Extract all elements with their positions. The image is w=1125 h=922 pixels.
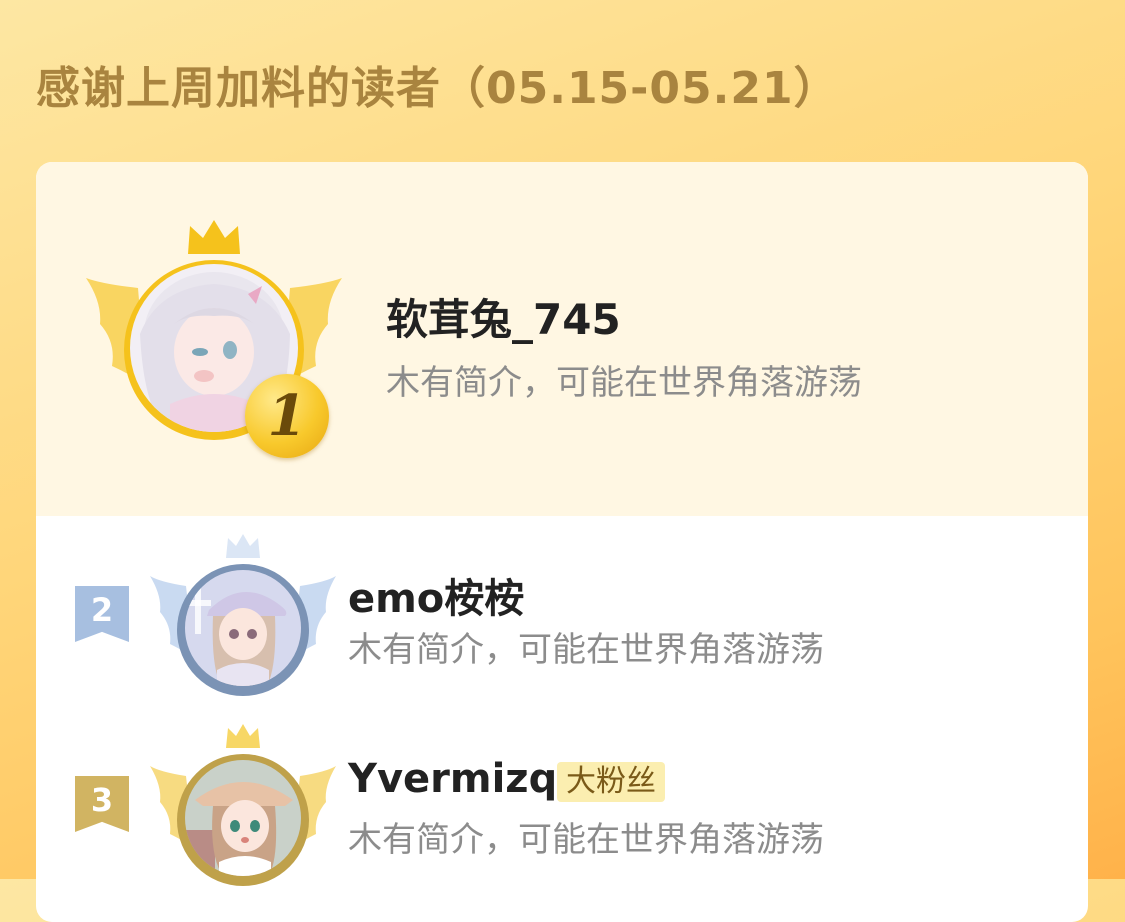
reader-bio: 木有简介，可能在世界角落游荡 — [348, 630, 824, 670]
leaderboard-card: 1 软茸兔_745 木有简介，可能在世界角落游荡 2 emo桉桉 木有简介，可能… — [36, 162, 1088, 922]
reader-name[interactable]: emo桉桉 — [348, 566, 524, 624]
rank-1-badge: 1 — [245, 374, 329, 458]
reader-bio: 木有简介，可能在世界角落游荡 — [348, 820, 824, 860]
page-title: 感谢上周加料的读者（05.15-05.21） — [36, 63, 839, 114]
rank-3-ribbon: 3 — [75, 776, 129, 832]
avatar-anime-girl-hat — [185, 570, 301, 686]
avatar[interactable] — [185, 570, 301, 686]
avatar-anime-girl-sun-hat — [185, 760, 301, 876]
reader-bio: 木有简介，可能在世界角落游荡 — [386, 363, 862, 403]
reader-row-1[interactable]: 1 软茸兔_745 木有简介，可能在世界角落游荡 — [36, 162, 1088, 516]
fan-level-badge: 大粉丝 — [557, 762, 665, 802]
reader-row-2[interactable]: 2 emo桉桉 木有简介，可能在世界角落游荡 — [36, 516, 1088, 706]
reader-name[interactable]: Yvermizq — [348, 756, 557, 802]
reader-row-3[interactable]: 3 Yvermizq 大粉丝 木有简介，可能在世界角落游荡 — [36, 706, 1088, 922]
rank-2-ribbon: 2 — [75, 586, 129, 642]
avatar[interactable] — [185, 760, 301, 876]
reader-name[interactable]: 软茸兔_745 — [386, 286, 621, 347]
